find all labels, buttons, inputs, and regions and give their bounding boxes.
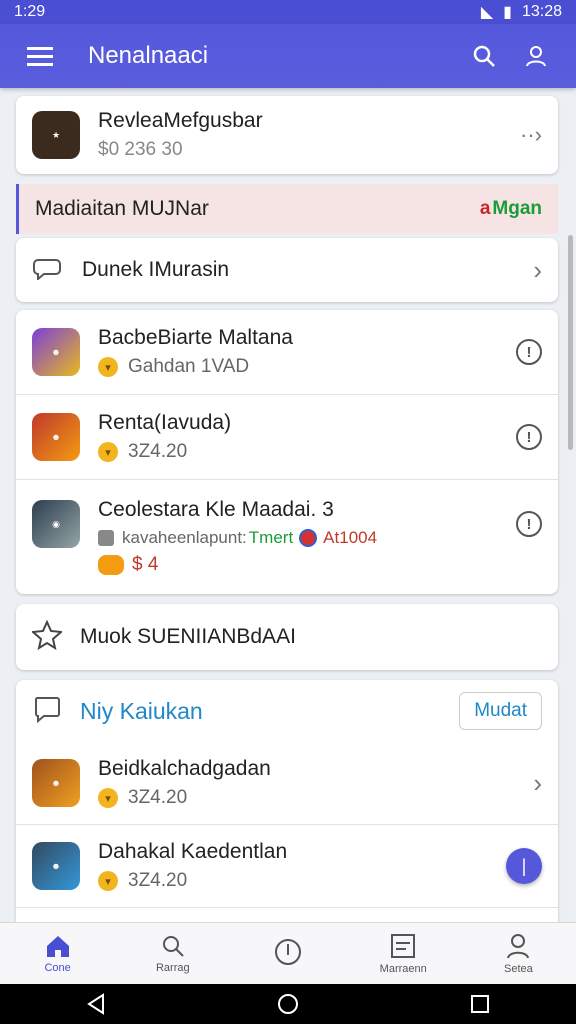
game-name: Renta(Iavuda) [98, 411, 232, 434]
game-meta: Gahdan 1VAD [128, 356, 250, 377]
chevron-right-icon: › [533, 254, 542, 285]
bottom-nav: Cone Rarrag Marraenn Setea [0, 922, 576, 984]
top-app-name: RevleaMefgusbar [98, 109, 263, 132]
system-nav-bar [0, 984, 576, 1024]
game-meta-link[interactable]: Tmert [249, 528, 293, 548]
star-icon [30, 619, 64, 655]
nav-search[interactable]: Rarrag [115, 923, 230, 984]
nav-profile[interactable]: Setea [461, 923, 576, 984]
price-tag-icon [98, 555, 124, 575]
signal-icon: ◣ [480, 4, 494, 21]
info-icon[interactable]: ! [516, 511, 542, 537]
app-icon: ★ [32, 111, 80, 159]
game-meta: kavaheenlapunt: [122, 528, 247, 547]
app-icon: ◉ [32, 500, 80, 548]
recents-icon[interactable] [469, 993, 491, 1015]
game-meta-alert: At1004 [323, 528, 378, 547]
search-icon [162, 935, 184, 957]
status-clock: 13:28 [521, 3, 562, 20]
news-item-name: Beidkalchadgadan [98, 757, 271, 780]
nav-label: Marraenn [379, 962, 427, 975]
top-app-card[interactable]: ★ RevleaMefgusbar $0 236 30 ··› [16, 96, 558, 174]
app-icon: ☻ [32, 759, 80, 807]
tag-icon [98, 530, 114, 546]
info-icon[interactable]: ! [516, 424, 542, 450]
list-item[interactable]: ◉ Ceolestara Kle Maadai. 3 kavaheenlapun… [16, 480, 558, 594]
nav-label: Setea [504, 962, 533, 975]
favorites-card[interactable]: Muok SUENIIANBdAAI [16, 604, 558, 670]
status-time: 1:29 [14, 3, 46, 20]
favorites-label: Muok SUENIIANBdAAI [80, 625, 296, 648]
info-icon[interactable]: ! [516, 339, 542, 365]
search-icon[interactable] [462, 34, 506, 78]
list-item[interactable]: ☻ Renta(Iavuda) ▾ 3Z4.20 ! [16, 395, 558, 479]
news-item-meta: 3Z4.20 [128, 787, 188, 808]
nav-library[interactable]: Marraenn [346, 923, 461, 984]
news-title: Niy Kaiukan [80, 697, 203, 724]
more-icon[interactable]: ··› [520, 122, 542, 148]
games-list: ☻ BacbeBiarte Maltana ▾ Gahdan 1VAD ! ☻ R… [16, 310, 558, 594]
nav-explore[interactable] [230, 923, 345, 984]
nav-label: Rarrag [155, 961, 190, 974]
news-button[interactable]: Mudat [459, 692, 542, 730]
top-app-sub: $0 236 30 [98, 139, 183, 160]
battery-icon: ▮ [503, 4, 512, 21]
coin-icon: ▾ [98, 357, 118, 377]
banner[interactable]: Madiaitan MUJNar a Mgan [16, 184, 558, 234]
back-icon[interactable] [85, 993, 107, 1015]
alert-icon [299, 529, 318, 547]
list-item[interactable]: ☻ Beidkalchadgadan ▾ 3Z4.20 › [16, 742, 558, 824]
news-item-name: Dahakal Kaedentlan [98, 840, 288, 863]
chat-icon [32, 256, 62, 285]
status-bar: 1:29 ◣ ▮ 13:28 [0, 0, 576, 24]
compass-icon [275, 938, 301, 965]
game-price: $ 4 [132, 554, 159, 575]
home-circle-icon[interactable] [277, 993, 299, 1015]
coin-icon: ▾ [98, 788, 118, 808]
app-bar: Nenalnaaci [0, 24, 576, 88]
nav-home[interactable]: Cone [0, 923, 115, 984]
game-name: BacbeBiarte Maltana [98, 326, 293, 349]
banner-tag-prefix: a [479, 198, 491, 219]
banner-text: Madiaitan MUJNar [35, 197, 209, 220]
nav-label: Cone [44, 961, 71, 974]
menu-icon[interactable] [18, 34, 62, 78]
coin-icon: ▾ [98, 442, 118, 462]
app-icon: ☻ [32, 842, 80, 890]
list-icon [391, 933, 416, 958]
list-item[interactable]: ☻ BacbeBiarte Maltana ▾ Gahdan 1VAD ! [16, 310, 558, 394]
chevron-right-icon: › [533, 767, 542, 798]
banner-tag: Mgan [492, 198, 542, 219]
app-icon: ☻ [32, 413, 80, 461]
scrollbar[interactable] [568, 235, 573, 450]
app-icon: ☻ [32, 328, 80, 376]
home-icon [46, 935, 69, 957]
coin-icon: ▾ [98, 871, 118, 891]
page-title: Nenalnaaci [88, 42, 209, 69]
section-link-card[interactable]: Dunek IMurasin › [16, 238, 558, 302]
section-link-label: Dunek IMurasin [82, 258, 230, 281]
person-icon [507, 933, 530, 958]
game-meta: 3Z4.20 [128, 441, 188, 462]
message-icon [32, 694, 62, 729]
game-name: Ceolestara Kle Maadai. 3 [98, 498, 334, 521]
account-icon[interactable] [514, 34, 558, 78]
floating-action-button[interactable]: | [506, 848, 542, 884]
list-item[interactable]: ☻ Dahakal Kaedentlan ▾ 3Z4.20 | [16, 825, 558, 907]
news-item-meta: 3Z4.20 [128, 870, 188, 891]
